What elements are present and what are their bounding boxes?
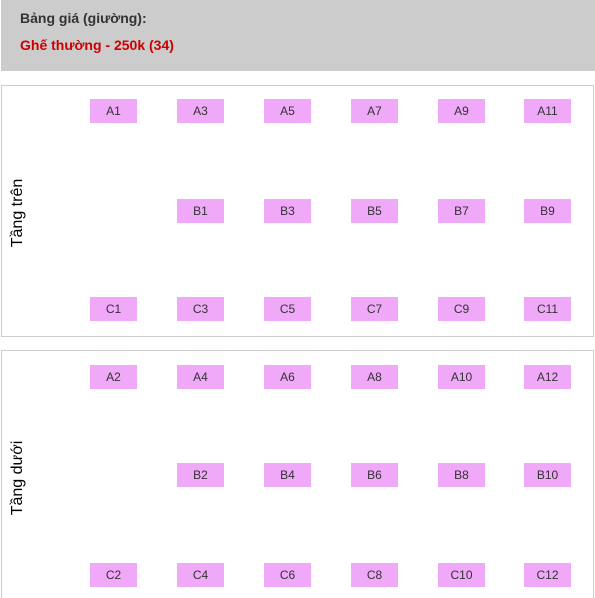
seat-c4[interactable]: C4	[177, 563, 224, 587]
seat-c1[interactable]: C1	[90, 297, 137, 321]
seat-b2[interactable]: B2	[177, 463, 224, 487]
seat-b3[interactable]: B3	[264, 199, 311, 223]
seat-a3[interactable]: A3	[177, 99, 224, 123]
seat-b1[interactable]: B1	[177, 199, 224, 223]
price-table-header: Bảng giá (giường): Ghế thường - 250k (34…	[1, 0, 595, 71]
seat-a5[interactable]: A5	[264, 99, 311, 123]
seat-a12[interactable]: A12	[524, 365, 571, 389]
seat-a11[interactable]: A11	[524, 99, 571, 123]
seat-b9[interactable]: B9	[524, 199, 571, 223]
deck-label-lower: Tầng dưới	[9, 440, 26, 516]
seat-c10[interactable]: C10	[438, 563, 485, 587]
seat-a9[interactable]: A9	[438, 99, 485, 123]
seat-c9[interactable]: C9	[438, 297, 485, 321]
price-table-title: Bảng giá (giường):	[20, 10, 147, 26]
price-item-regular-seat: Ghế thường - 250k (34)	[20, 37, 174, 53]
seat-c2[interactable]: C2	[90, 563, 137, 587]
deck-lower: Tầng dưới A2 A4 A6 A8 A10 A12 B2 B4 B6 B8 B10 C2 C4 C…	[1, 350, 594, 598]
seat-c6[interactable]: C6	[264, 563, 311, 587]
seat-c8[interactable]: C8	[351, 563, 398, 587]
seat-c7[interactable]: C7	[351, 297, 398, 321]
seat-a7[interactable]: A7	[351, 99, 398, 123]
seat-b4[interactable]: B4	[264, 463, 311, 487]
seat-a6[interactable]: A6	[264, 365, 311, 389]
seat-b5[interactable]: B5	[351, 199, 398, 223]
deck-upper: Tầng trên A1 A3 A5 A7 A9 A11 B1 B3 B5 B7 B9 C1 C3 C5 C…	[1, 85, 594, 337]
seat-a10[interactable]: A10	[438, 365, 485, 389]
deck-label-upper: Tầng trên	[9, 178, 26, 248]
seat-a4[interactable]: A4	[177, 365, 224, 389]
seat-b7[interactable]: B7	[438, 199, 485, 223]
seat-c5[interactable]: C5	[264, 297, 311, 321]
seat-c12[interactable]: C12	[524, 563, 571, 587]
seat-a2[interactable]: A2	[90, 365, 137, 389]
seat-b8[interactable]: B8	[438, 463, 485, 487]
seat-c11[interactable]: C11	[524, 297, 571, 321]
seat-b6[interactable]: B6	[351, 463, 398, 487]
seat-b10[interactable]: B10	[524, 463, 571, 487]
seat-c3[interactable]: C3	[177, 297, 224, 321]
seat-a1[interactable]: A1	[90, 99, 137, 123]
seat-a8[interactable]: A8	[351, 365, 398, 389]
